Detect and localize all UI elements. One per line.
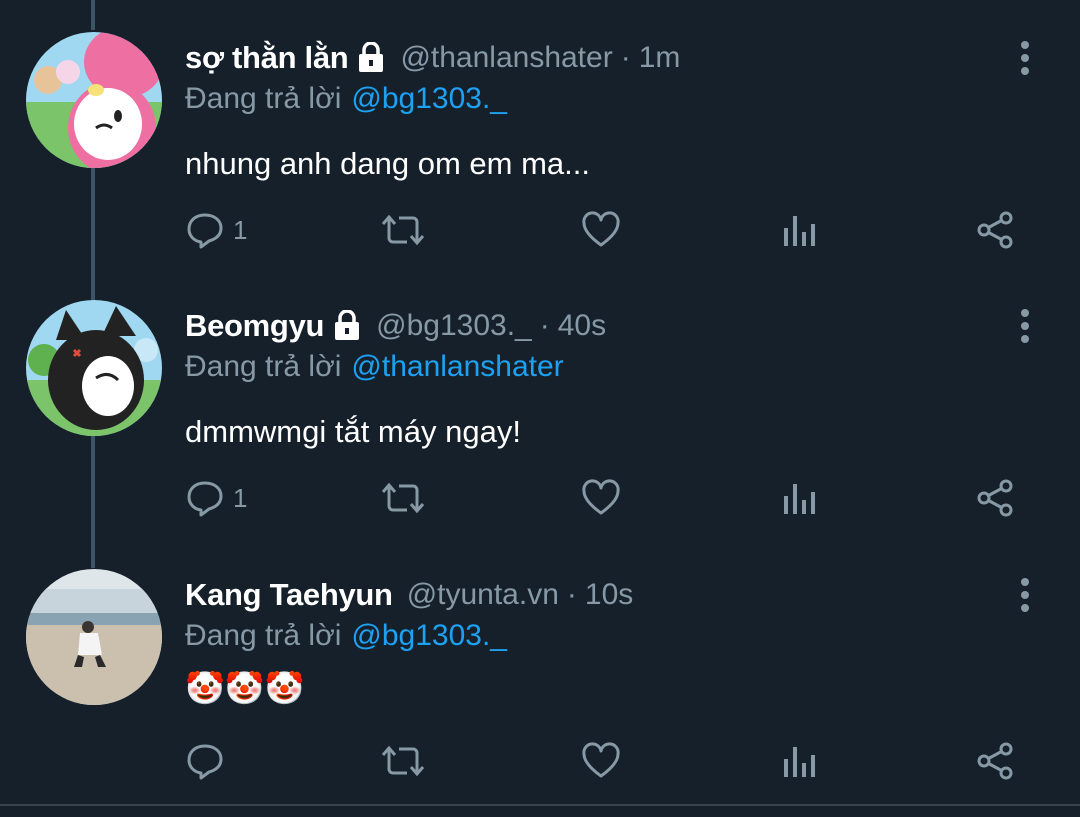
- reply-count: 1: [233, 214, 248, 245]
- thread-line-top: [91, 0, 95, 30]
- replying-to-mention[interactable]: @thanlanshater: [351, 350, 563, 383]
- share-icon: [977, 742, 1013, 780]
- analytics-button[interactable]: [779, 208, 819, 252]
- display-name[interactable]: Kang Taehyun: [185, 577, 393, 613]
- share-button[interactable]: [975, 739, 1015, 783]
- avatar-black-bunny-image: [26, 300, 162, 436]
- heart-icon: [582, 211, 620, 247]
- avatar[interactable]: [26, 32, 162, 168]
- like-button[interactable]: [581, 476, 621, 520]
- tweet-actions: [185, 739, 1035, 783]
- heart-icon: [582, 479, 620, 515]
- analytics-bars-icon: [784, 747, 815, 777]
- tweet-text: dmmwmgi tắt máy ngay!: [185, 414, 521, 449]
- tweet-actions: 1: [185, 476, 1035, 520]
- display-name[interactable]: Beomgyu: [185, 308, 324, 344]
- retweet-icon: [381, 214, 425, 246]
- separator-dot: ·: [620, 41, 631, 74]
- reply-button[interactable]: [185, 739, 233, 783]
- bottom-divider: [0, 804, 1080, 806]
- lock-icon: [332, 309, 362, 342]
- more-options-button[interactable]: [1008, 575, 1042, 615]
- avatar[interactable]: [26, 300, 162, 436]
- reply-button[interactable]: 1: [185, 476, 247, 520]
- separator-dot: ·: [566, 578, 577, 611]
- more-options-button[interactable]: [1008, 306, 1042, 346]
- user-handle[interactable]: @bg1303._: [376, 309, 532, 343]
- replying-to-mention[interactable]: @bg1303._: [351, 619, 507, 652]
- more-vertical-icon: [1021, 41, 1029, 75]
- retweet-button[interactable]: [381, 739, 425, 783]
- tweet-text: nhung anh dang om em ma...: [185, 146, 590, 181]
- reply-button[interactable]: 1: [185, 208, 247, 252]
- display-name[interactable]: sợ thằn lằn: [185, 40, 349, 76]
- replying-to-mention[interactable]: @bg1303._: [351, 82, 507, 115]
- lock-icon: [356, 41, 386, 74]
- analytics-bars-icon: [784, 484, 815, 514]
- more-vertical-icon: [1021, 578, 1029, 612]
- heart-icon: [582, 742, 620, 778]
- analytics-button[interactable]: [779, 476, 819, 520]
- analytics-bars-icon: [784, 216, 815, 246]
- share-button[interactable]: [975, 208, 1015, 252]
- reply-bubble-icon: [187, 744, 223, 780]
- replying-to-label: Đang trả lời: [185, 619, 342, 652]
- tweet[interactable]: Beomgyu @bg1303._ · 40s Đang trả lời @tha…: [0, 300, 1080, 536]
- tweet[interactable]: Kang Taehyun @tyunta.vn · 10s Đang trả l…: [0, 569, 1080, 795]
- conversation-thread: sợ thằn lằn @thanlanshater · 1m Đang trả…: [0, 0, 1080, 817]
- replying-to: Đang trả lời @bg1303._: [185, 619, 507, 653]
- tweet-timestamp[interactable]: 40s: [558, 309, 606, 343]
- reply-count: 1: [233, 482, 248, 513]
- share-icon: [977, 479, 1013, 517]
- like-button[interactable]: [581, 208, 621, 252]
- share-icon: [977, 211, 1013, 249]
- more-options-button[interactable]: [1008, 38, 1042, 78]
- tweet-timestamp[interactable]: 10s: [585, 578, 633, 612]
- retweet-button[interactable]: [381, 476, 425, 520]
- replying-to-label: Đang trả lời: [185, 350, 342, 383]
- avatar[interactable]: [26, 569, 162, 705]
- more-vertical-icon: [1021, 309, 1029, 343]
- replying-to-label: Đang trả lời: [185, 82, 342, 115]
- tweet-actions: 1: [185, 208, 1035, 252]
- share-button[interactable]: [975, 476, 1015, 520]
- user-handle[interactable]: @tyunta.vn: [407, 578, 559, 612]
- retweet-icon: [381, 745, 425, 777]
- reply-bubble-icon: [187, 481, 223, 517]
- retweet-icon: [381, 482, 425, 514]
- tweet[interactable]: sợ thằn lằn @thanlanshater · 1m Đang trả…: [0, 32, 1080, 268]
- reply-bubble-icon: [187, 213, 223, 249]
- replying-to: Đang trả lời @thanlanshater: [185, 350, 564, 384]
- separator-dot: ·: [539, 309, 550, 342]
- tweet-text: 🤡🤡🤡: [185, 670, 305, 706]
- replying-to: Đang trả lời @bg1303._: [185, 82, 507, 116]
- user-handle[interactable]: @thanlanshater: [400, 41, 612, 75]
- avatar-beach-photo-image: [26, 569, 162, 705]
- retweet-button[interactable]: [381, 208, 425, 252]
- analytics-button[interactable]: [779, 739, 819, 783]
- like-button[interactable]: [581, 739, 621, 783]
- avatar-pink-bunny-image: [26, 32, 162, 168]
- tweet-timestamp[interactable]: 1m: [639, 41, 681, 75]
